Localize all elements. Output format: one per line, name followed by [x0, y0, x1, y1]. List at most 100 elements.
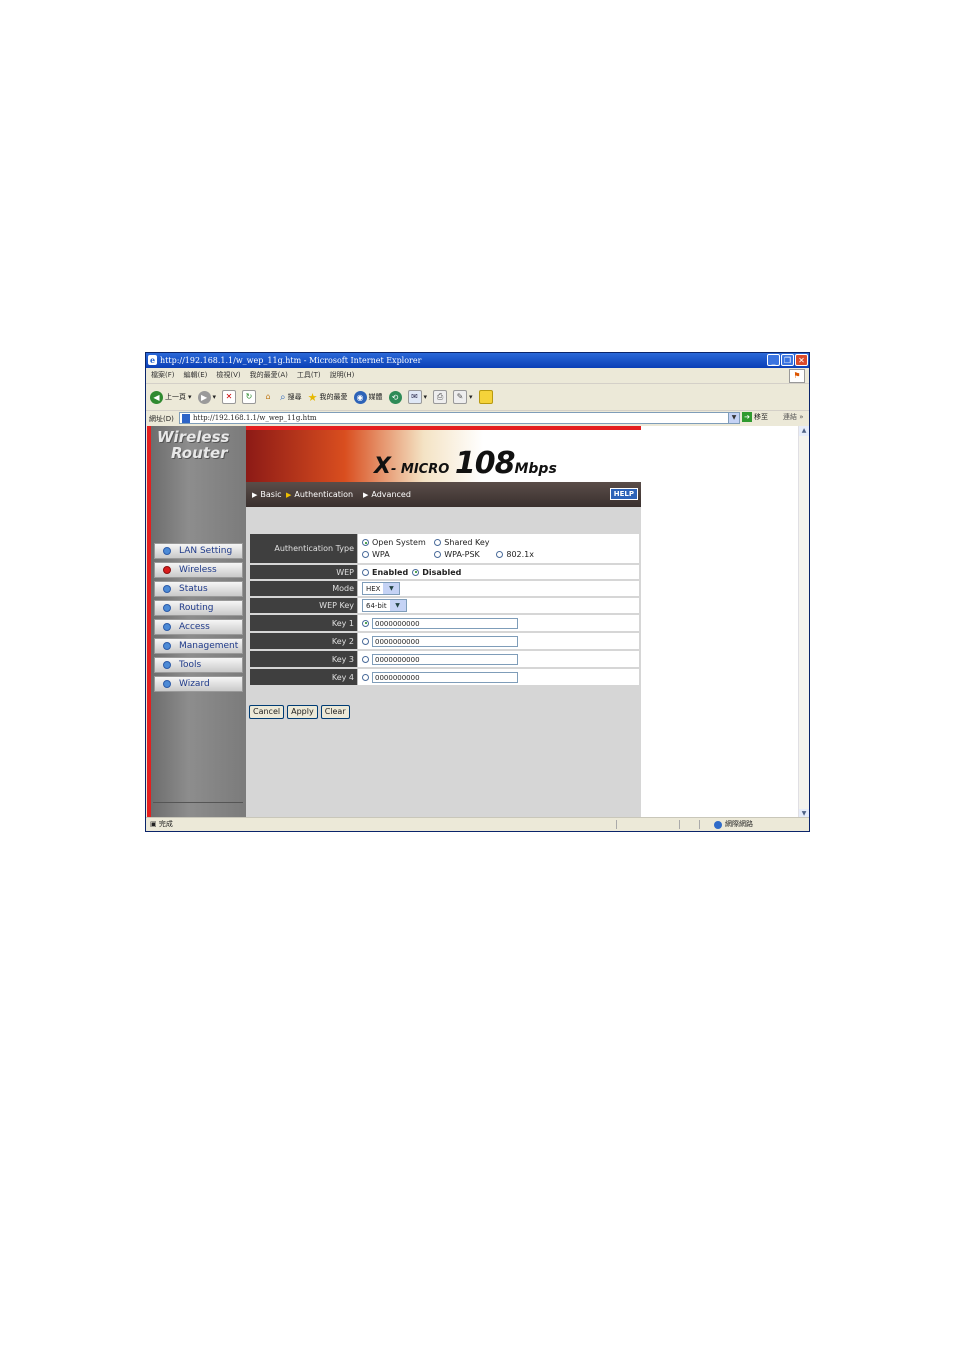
- back-arrow-icon: ◀: [150, 390, 163, 404]
- tab-basic[interactable]: ▶ Basic: [252, 482, 282, 508]
- scroll-up-icon[interactable]: ▲: [799, 426, 809, 436]
- key4-label: Key 4: [250, 669, 357, 685]
- edit-dropdown-icon[interactable]: ▾: [469, 393, 473, 401]
- menu-help[interactable]: 說明(H): [330, 368, 355, 383]
- media-icon: ◉: [353, 390, 367, 404]
- key2-input[interactable]: 0000000000: [372, 635, 518, 647]
- menu-favorites[interactable]: 我的最愛(A): [250, 368, 288, 383]
- forward-button[interactable]: ▶ ▾: [197, 390, 217, 404]
- mail-dropdown-icon[interactable]: ▾: [424, 393, 428, 401]
- tab-advanced-label: Advanced: [371, 490, 411, 499]
- globe-icon: [714, 820, 722, 829]
- messenger-icon[interactable]: [478, 390, 493, 404]
- wep-label: WEP: [250, 565, 357, 579]
- mode-select[interactable]: HEX ▼: [362, 582, 401, 595]
- key1-input[interactable]: 0000000000: [372, 617, 518, 629]
- sidebar-item-wireless[interactable]: Wireless: [154, 562, 243, 578]
- help-button[interactable]: HELP: [609, 488, 638, 500]
- tab-advanced[interactable]: ▶ Advanced: [363, 482, 411, 508]
- wpa-label: WPA: [372, 550, 390, 559]
- address-dropdown-icon[interactable]: ▼: [728, 412, 740, 424]
- close-button[interactable]: ✕: [795, 354, 808, 366]
- sidebar-item-management[interactable]: Management: [154, 638, 243, 654]
- key3-label: Key 3: [250, 651, 357, 667]
- menu-view[interactable]: 檢視(V): [216, 368, 240, 383]
- minimize-button[interactable]: _: [767, 354, 780, 366]
- mode-label: Mode: [250, 581, 357, 596]
- home-icon[interactable]: ⌂: [262, 391, 274, 403]
- sidebar-item-wizard[interactable]: Wizard: [154, 676, 243, 692]
- stop-icon[interactable]: ✕: [222, 390, 237, 404]
- back-button[interactable]: ◀ 上一頁 ▾: [150, 390, 192, 404]
- sidebar-item-label: Routing: [179, 603, 214, 613]
- vertical-scrollbar[interactable]: ▲ ▼: [798, 426, 809, 819]
- key4-input[interactable]: 0000000000: [372, 671, 518, 683]
- status-divider: [616, 820, 617, 829]
- go-arrow-icon: ➔: [742, 412, 752, 422]
- radio-8021x[interactable]: 802.1x: [496, 550, 534, 559]
- wep-settings-form: Authentication Type Open System Shared K…: [250, 534, 639, 687]
- key4-cell: 0000000000: [357, 669, 639, 685]
- apply-button[interactable]: Apply: [287, 705, 318, 719]
- status-text: ▣ 完成: [150, 818, 173, 831]
- go-button[interactable]: ➔ 移至: [742, 412, 768, 422]
- bullet-icon: [163, 585, 171, 593]
- print-icon[interactable]: ⎙: [433, 390, 448, 404]
- sidebar-item-label: Access: [179, 622, 210, 632]
- media-label: 媒體: [368, 393, 383, 401]
- sidebar-item-lan-setting[interactable]: LAN Setting: [154, 543, 243, 559]
- edit-button[interactable]: ✎ ▾: [453, 390, 473, 404]
- radio-key4[interactable]: [362, 673, 369, 681]
- radio-wpa[interactable]: WPA: [362, 550, 390, 559]
- refresh-icon[interactable]: ↻: [242, 390, 257, 404]
- back-dropdown-icon[interactable]: ▾: [188, 393, 192, 401]
- title-bar: e http://192.168.1.1/w_wep_11g.htm - Mic…: [146, 353, 809, 368]
- brand-micro: - MICRO: [390, 462, 450, 477]
- cancel-button[interactable]: Cancel: [249, 705, 285, 719]
- mail-icon: ✉: [407, 390, 422, 404]
- status-zone: 網際網路: [714, 818, 753, 831]
- radio-key3[interactable]: [362, 655, 369, 663]
- address-bar: 網址(D) http://192.168.1.1/w_wep_11g.htm ▼…: [146, 411, 809, 426]
- search-button[interactable]: ⌕ 搜尋: [280, 392, 302, 403]
- menu-file[interactable]: 檔案(F): [151, 368, 175, 383]
- favorites-button[interactable]: ★ 我的最愛: [308, 391, 348, 404]
- main-content: X- MICRO 108Mbps ▶ Basic ▶ Authentication …: [246, 426, 641, 819]
- radio-key1[interactable]: [362, 619, 369, 627]
- arrow-icon: ▶: [252, 491, 258, 499]
- radio-shared-key[interactable]: Shared Key: [434, 538, 490, 547]
- tab-authentication[interactable]: ▶ Authentication: [286, 482, 353, 508]
- menu-tools[interactable]: 工具(T): [297, 368, 321, 383]
- radio-selected-icon: [362, 539, 369, 546]
- forward-dropdown-icon[interactable]: ▾: [213, 393, 217, 401]
- clear-button[interactable]: Clear: [320, 705, 350, 719]
- address-input[interactable]: http://192.168.1.1/w_wep_11g.htm: [179, 412, 737, 424]
- sidebar-item-label: Management: [179, 641, 239, 651]
- key3-input[interactable]: 0000000000: [372, 653, 518, 665]
- radio-wep-enabled[interactable]: Enabled: [362, 568, 408, 577]
- radio-key2[interactable]: [362, 637, 369, 645]
- radio-wep-disabled[interactable]: Disabled: [412, 568, 461, 577]
- radio-wpa-psk[interactable]: WPA-PSK: [434, 550, 480, 559]
- mail-button[interactable]: ✉ ▾: [407, 390, 428, 404]
- sidebar-item-routing[interactable]: Routing: [154, 600, 243, 616]
- menu-edit[interactable]: 編輯(E): [184, 368, 208, 383]
- bullet-active-icon: [163, 566, 171, 574]
- address-label: 網址(D): [149, 414, 174, 423]
- restore-button[interactable]: ❐: [781, 354, 794, 366]
- sidebar-item-access[interactable]: Access: [154, 619, 243, 635]
- banner: X- MICRO 108Mbps: [246, 430, 641, 482]
- sidebar-item-tools[interactable]: Tools: [154, 657, 243, 673]
- history-icon[interactable]: ⟲: [388, 390, 402, 404]
- links-button[interactable]: 連結 »: [783, 412, 804, 422]
- page-viewport: Wireless Router LAN Setting Wireless Sta…: [147, 426, 809, 819]
- wep-key-select[interactable]: 64-bit ▼: [362, 599, 407, 612]
- media-button[interactable]: ◉ 媒體: [353, 390, 383, 404]
- radio-open-system[interactable]: Open System: [362, 538, 426, 547]
- form-buttons: Cancel Apply Clear: [249, 705, 350, 719]
- bullet-icon: [163, 623, 171, 631]
- windows-logo-icon: ⚑: [789, 369, 805, 383]
- sidebar-item-status[interactable]: Status: [154, 581, 243, 597]
- page-done-icon: ▣: [150, 820, 157, 828]
- wep-row: WEP Enabled Disabled: [250, 565, 639, 579]
